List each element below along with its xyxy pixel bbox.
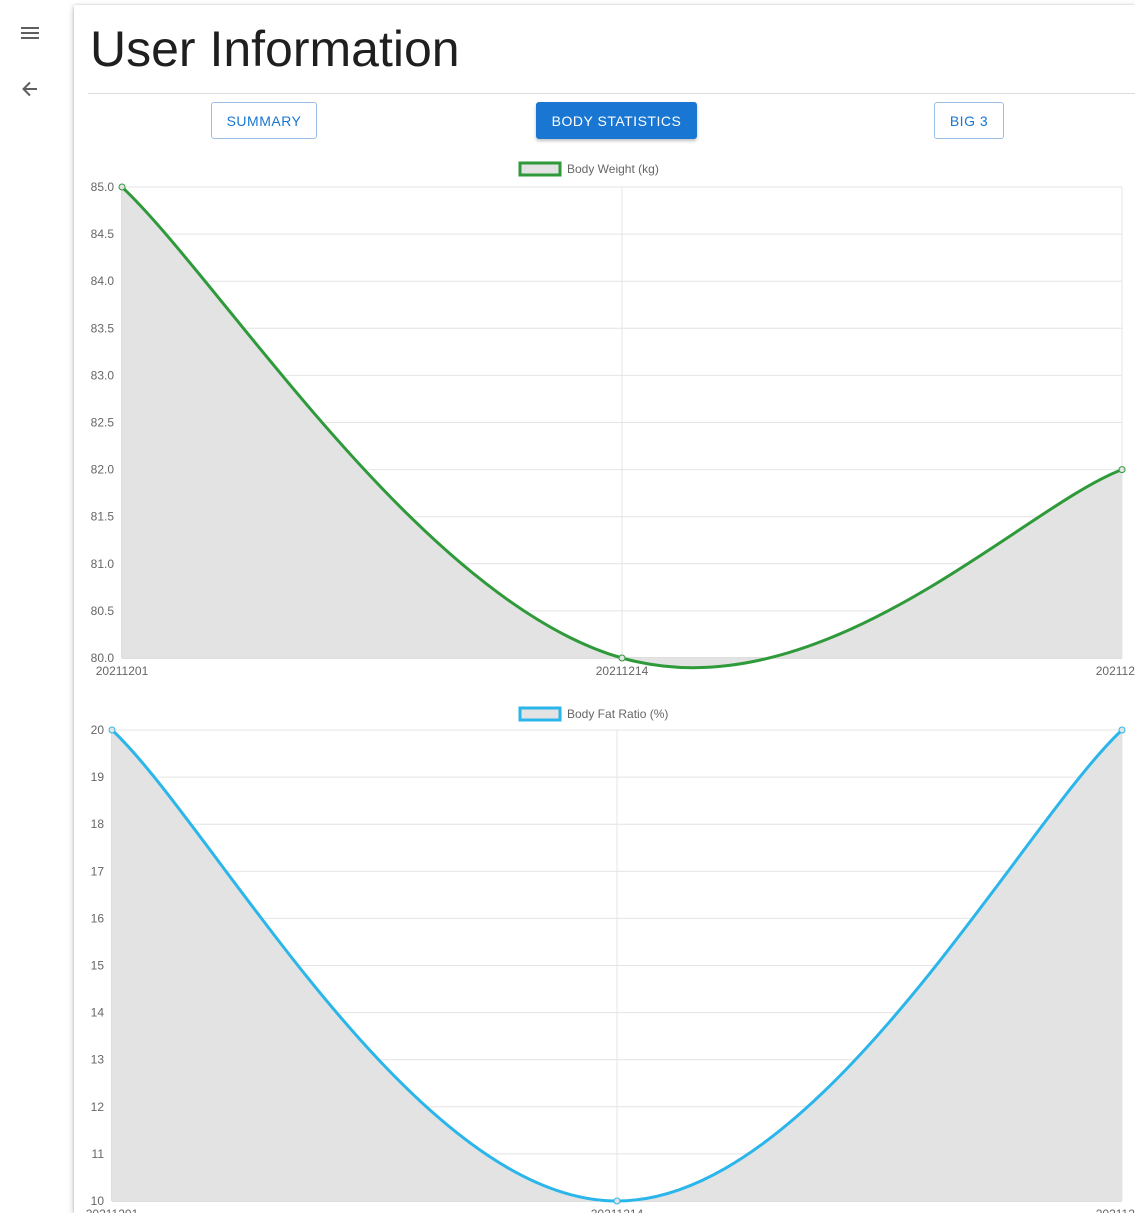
y-tick-label: 14	[91, 1006, 105, 1020]
y-tick-label: 12	[91, 1100, 105, 1114]
nav-rail	[0, 0, 62, 1213]
y-tick-label: 19	[91, 770, 105, 784]
data-point[interactable]	[108, 726, 116, 734]
menu-button[interactable]	[14, 17, 46, 49]
tab-body-statistics[interactable]: BODY STATISTICS	[536, 102, 697, 139]
y-tick-label: 83.0	[91, 368, 115, 382]
x-tick-label: 20211227	[1096, 1207, 1135, 1213]
y-tick-label: 85.0	[91, 180, 115, 194]
back-button[interactable]	[14, 73, 46, 105]
body-fat-chart: Body Fat Ratio (%) 10 11 12 13 14 15 16 17 18 19 20…	[86, 706, 1135, 1213]
x-tick-label: 20211227	[1096, 664, 1135, 678]
x-tick-label: 20211214	[596, 664, 649, 678]
y-tick-label: 83.5	[91, 321, 115, 335]
legend-label: Body Weight (kg)	[567, 162, 659, 176]
data-point[interactable]	[613, 1197, 621, 1205]
x-tick-label: 20211214	[591, 1207, 644, 1213]
data-point[interactable]	[118, 183, 126, 191]
data-point[interactable]	[1118, 726, 1126, 734]
title-divider	[88, 93, 1135, 94]
y-tick-label: 82.0	[91, 463, 115, 477]
user-info-card: User Information SUMMARY BODY STATISTICS…	[74, 5, 1135, 1213]
body-weight-chart: Body Weight (kg) 80.0 80.5 81.0 81.5 82.0 82.5…	[91, 161, 1135, 678]
legend-swatch	[518, 706, 562, 722]
page-title: User Information	[90, 21, 460, 77]
data-point[interactable]	[618, 654, 626, 662]
y-tick-label: 80.0	[91, 651, 115, 665]
y-tick-label: 84.0	[91, 274, 115, 288]
y-tick-label: 84.5	[91, 227, 115, 241]
y-tick-label: 10	[91, 1194, 105, 1208]
menu-icon	[21, 27, 39, 39]
chart-legend[interactable]: Body Fat Ratio (%)	[518, 706, 668, 722]
y-tick-label: 11	[92, 1147, 105, 1161]
x-tick-label: 20211201	[86, 1207, 139, 1213]
y-tick-label: 17	[91, 864, 105, 878]
legend-swatch	[518, 161, 562, 177]
y-tick-label: 20	[91, 723, 105, 737]
data-point[interactable]	[1118, 466, 1126, 474]
legend-label: Body Fat Ratio (%)	[567, 707, 668, 721]
y-tick-label: 16	[91, 911, 105, 925]
y-tick-label: 18	[91, 817, 105, 831]
y-tick-label: 81.0	[91, 557, 115, 571]
y-tick-label: 81.5	[91, 510, 115, 524]
y-tick-label: 15	[91, 959, 105, 973]
y-tick-label: 80.5	[91, 604, 115, 618]
chart-legend[interactable]: Body Weight (kg)	[518, 161, 659, 177]
y-tick-label: 13	[91, 1053, 105, 1067]
x-tick-label: 20211201	[96, 664, 149, 678]
arrow-back-icon	[22, 81, 37, 97]
y-tick-label: 82.5	[91, 416, 115, 430]
tab-summary[interactable]: SUMMARY	[211, 102, 317, 139]
tab-big-3[interactable]: BIG 3	[934, 102, 1004, 139]
